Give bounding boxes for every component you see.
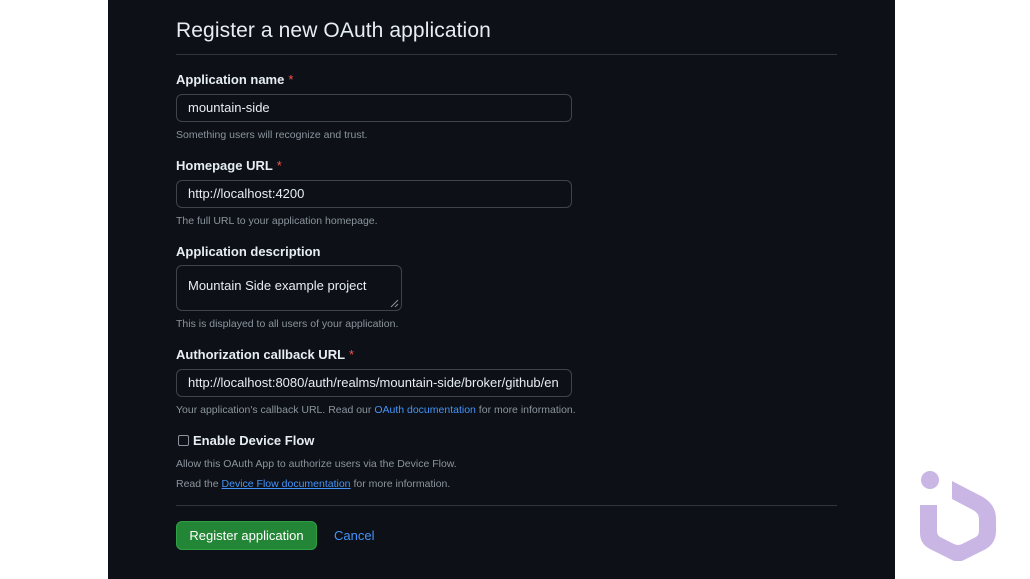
device-flow-note-prefix: Read the	[176, 478, 222, 490]
device-flow-docs-note: Read the Device Flow documentation for m…	[176, 478, 450, 490]
device-flow-note-suffix: for more information.	[350, 478, 451, 490]
app-description-textarea[interactable]: Mountain Side example project	[176, 265, 402, 311]
required-marker: *	[276, 158, 282, 173]
app-name-label-text: Application name	[176, 72, 285, 87]
oauth-documentation-link[interactable]: OAuth documentation	[374, 404, 476, 416]
page-title: Register a new OAuth application	[176, 19, 491, 42]
app-description-text: Mountain Side example project	[188, 278, 367, 293]
cancel-button[interactable]: Cancel	[334, 528, 374, 543]
callback-url-note: Your application's callback URL. Read ou…	[176, 404, 576, 416]
oauth-form-panel: Register a new OAuth application Applica…	[108, 0, 895, 579]
title-divider	[176, 54, 837, 55]
required-marker: *	[349, 347, 355, 362]
callback-note-suffix: for more information.	[475, 404, 576, 416]
app-name-label: Application name *	[176, 72, 293, 87]
homepage-url-label: Homepage URL *	[176, 158, 282, 173]
callback-url-label-text: Authorization callback URL	[176, 347, 346, 362]
required-marker: *	[288, 72, 294, 87]
callback-url-label: Authorization callback URL *	[176, 347, 354, 362]
callback-note-prefix: Your application's callback URL. Read ou…	[176, 404, 375, 416]
app-description-note: This is displayed to all users of your a…	[176, 318, 399, 330]
device-flow-note: Allow this OAuth App to authorize users …	[176, 458, 457, 470]
app-description-label: Application description	[176, 244, 321, 259]
homepage-url-label-text: Homepage URL	[176, 158, 273, 173]
app-name-note: Something users will recognize and trust…	[176, 129, 368, 141]
device-flow-documentation-link[interactable]: Device Flow documentation	[222, 478, 351, 490]
enable-device-flow-label[interactable]: Enable Device Flow	[193, 433, 314, 448]
resize-grip-icon[interactable]	[390, 299, 399, 308]
register-application-button[interactable]: Register application	[176, 521, 317, 550]
callback-url-input[interactable]: http://localhost:8080/auth/realms/mounta…	[176, 369, 572, 397]
hexagon-logo-icon	[920, 471, 996, 561]
homepage-url-note: The full URL to your application homepag…	[176, 215, 378, 227]
enable-device-flow-checkbox[interactable]	[178, 435, 189, 446]
homepage-url-input[interactable]: http://localhost:4200	[176, 180, 572, 208]
app-name-input[interactable]: mountain-side	[176, 94, 572, 122]
actions-divider	[176, 505, 837, 506]
